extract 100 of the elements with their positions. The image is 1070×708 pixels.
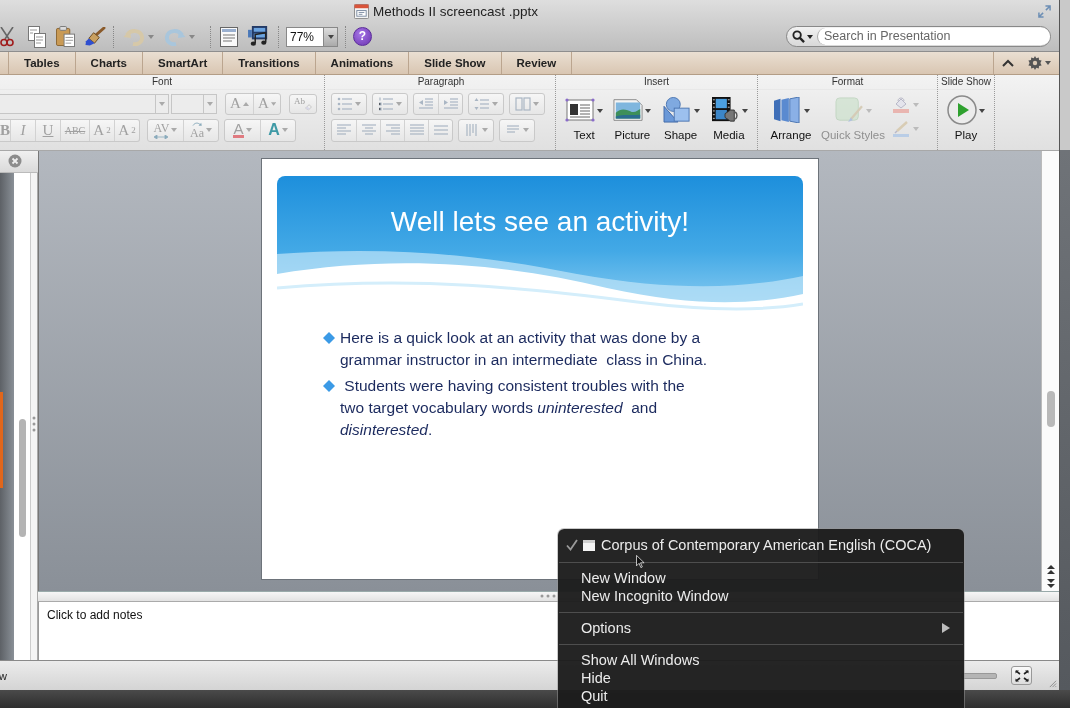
undo-button[interactable] bbox=[121, 27, 156, 46]
ribbon-tab[interactable]: SmartArt bbox=[143, 52, 224, 74]
insert-text-button[interactable]: Text bbox=[560, 92, 609, 141]
mouse-pointer-icon bbox=[636, 555, 645, 568]
shape-fill-button[interactable] bbox=[892, 96, 919, 113]
bullet-text: Here is a quick look at an activity that was done by a grammar instructor in an intermediate class in China. bbox=[340, 327, 708, 370]
menu-item[interactable]: New Window bbox=[558, 569, 964, 587]
arrange-button[interactable]: Arrange bbox=[766, 92, 816, 141]
grip-handle-icon[interactable] bbox=[32, 415, 36, 432]
ribbon-tab[interactable]: Charts bbox=[75, 52, 143, 74]
insert-media-button[interactable]: Media bbox=[704, 92, 753, 141]
fill-color-icon bbox=[892, 96, 910, 113]
search-field[interactable]: Search in Presentation bbox=[786, 26, 1051, 47]
slide-thumbnail-strip[interactable] bbox=[0, 172, 14, 661]
style-swatch-brush-icon bbox=[834, 96, 864, 123]
diamond-bullet-icon bbox=[323, 331, 335, 344]
undo-arrow-icon bbox=[123, 27, 145, 46]
double-down-arrow-icon[interactable] bbox=[1046, 577, 1055, 588]
caret-icon bbox=[533, 101, 539, 106]
up-triangle-icon bbox=[242, 101, 249, 106]
scissors-icon[interactable] bbox=[0, 26, 14, 47]
scrollbar-thumb[interactable] bbox=[18, 418, 26, 537]
group-title: Font bbox=[152, 76, 172, 88]
shape-outline-button[interactable] bbox=[892, 120, 919, 137]
bulleted-list-icon bbox=[337, 96, 353, 111]
curved-arrow-icon bbox=[192, 121, 202, 126]
menu-item[interactable]: Quit bbox=[558, 687, 964, 705]
expand-arrows-icon bbox=[1014, 669, 1029, 682]
submenu-arrow-icon bbox=[942, 623, 950, 633]
play-icon bbox=[947, 94, 977, 125]
zoom-combobox[interactable]: 77% bbox=[286, 26, 338, 47]
caret-icon bbox=[866, 108, 872, 113]
group-title: Format bbox=[831, 76, 864, 88]
insert-picture-button[interactable]: Picture bbox=[608, 92, 657, 141]
numbered-list-icon bbox=[378, 96, 394, 111]
line-spacing-icon bbox=[474, 96, 490, 111]
redo-arrow-icon bbox=[164, 27, 186, 46]
copy-icon[interactable] bbox=[28, 25, 46, 48]
grip-handle-icon[interactable] bbox=[540, 594, 556, 599]
pen-line-icon bbox=[892, 120, 910, 137]
help-button[interactable]: ? bbox=[353, 27, 372, 46]
caret-icon bbox=[979, 108, 985, 113]
menu-item[interactable]: Corpus of Contemporary American English (COCA) bbox=[558, 535, 964, 555]
ribbon-tab[interactable]: Animations bbox=[315, 52, 410, 74]
collapse-ribbon-icon[interactable] bbox=[1002, 59, 1014, 67]
diamond-bullet-icon bbox=[323, 379, 335, 392]
document-icon[interactable] bbox=[220, 26, 238, 47]
vertical-scrollbar[interactable] bbox=[1041, 150, 1059, 591]
eraser-icon bbox=[305, 101, 312, 112]
ribbon-tab[interactable]: Transitions bbox=[223, 52, 316, 74]
scrollbar-thumb[interactable] bbox=[1046, 390, 1055, 427]
caret-icon bbox=[482, 128, 488, 133]
increase-indent-icon bbox=[442, 96, 459, 111]
down-triangle-icon bbox=[270, 101, 276, 106]
caret-icon bbox=[159, 101, 165, 106]
text-box-icon bbox=[565, 96, 596, 123]
resize-grip-icon[interactable] bbox=[1048, 679, 1057, 688]
fullscreen-icon[interactable] bbox=[1038, 4, 1051, 18]
ribbon-tab[interactable]: Slide Show bbox=[409, 52, 502, 74]
ribbon-tab[interactable]: Tables bbox=[8, 52, 76, 74]
caret-icon bbox=[245, 128, 252, 133]
landscape-picture-icon bbox=[613, 96, 644, 123]
caret-icon bbox=[327, 34, 334, 39]
align-left-icon bbox=[336, 123, 352, 138]
caret-icon bbox=[1045, 61, 1051, 65]
fit-to-window-button[interactable] bbox=[1011, 666, 1032, 685]
bullet-text: Students were having consistent troubles with the two target vocabulary words uninterested and disinterested. bbox=[340, 375, 686, 440]
ribbon-tab[interactable]: Review bbox=[501, 52, 573, 74]
play-button[interactable]: Play bbox=[942, 92, 990, 141]
align-center-icon bbox=[360, 123, 377, 138]
caret-icon bbox=[355, 101, 361, 106]
window-title: Methods II screencast .pptx bbox=[373, 3, 539, 19]
stacked-pages-icon bbox=[772, 96, 802, 123]
caret-icon bbox=[804, 108, 810, 113]
redo-button[interactable] bbox=[162, 27, 197, 46]
caret-icon bbox=[597, 108, 604, 113]
search-icon bbox=[792, 30, 805, 43]
clipboard-icon[interactable] bbox=[56, 26, 75, 47]
caret-icon bbox=[171, 128, 178, 133]
paintbrush-icon[interactable] bbox=[85, 27, 106, 46]
caret-icon bbox=[645, 108, 652, 113]
caret-icon bbox=[206, 128, 212, 133]
justify-icon bbox=[408, 123, 425, 138]
caret-icon bbox=[492, 101, 498, 106]
caret-icon bbox=[148, 34, 154, 39]
caret-icon bbox=[523, 128, 529, 133]
menu-item[interactable]: Options bbox=[558, 619, 964, 637]
close-pane-icon[interactable] bbox=[8, 154, 22, 169]
caret-icon bbox=[396, 101, 402, 106]
group-title: Insert bbox=[644, 76, 669, 88]
caret-icon bbox=[693, 108, 700, 113]
caret-icon bbox=[189, 34, 195, 39]
caret-icon bbox=[207, 101, 213, 106]
thumbnail-scrollbar[interactable] bbox=[14, 172, 30, 661]
insert-shape-button[interactable]: Shape bbox=[656, 92, 705, 141]
double-up-arrow-icon[interactable] bbox=[1046, 564, 1055, 575]
caret-icon bbox=[913, 102, 919, 107]
window-icon bbox=[583, 539, 595, 551]
menu-item[interactable]: Hide bbox=[558, 669, 964, 687]
columns-icon bbox=[515, 96, 531, 111]
